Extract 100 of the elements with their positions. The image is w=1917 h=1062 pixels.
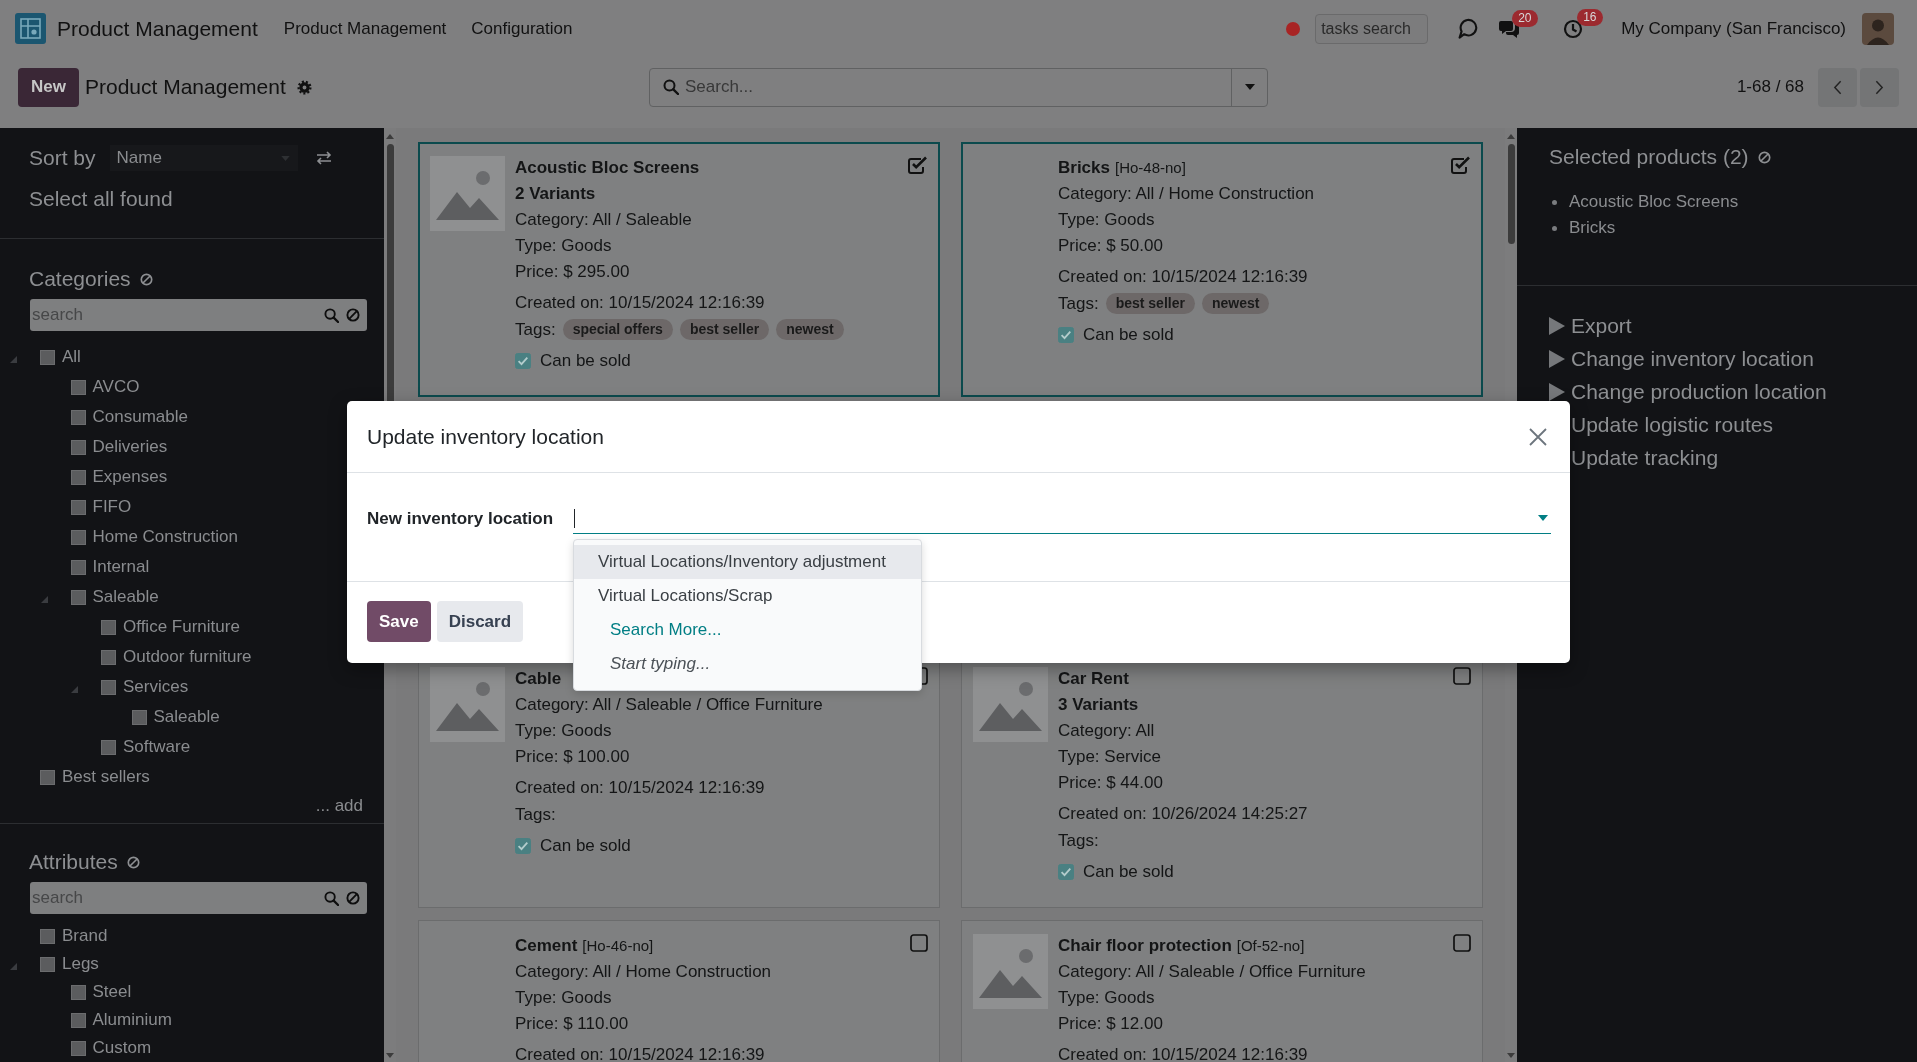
slashed-circle-icon[interactable] [139, 272, 153, 286]
search-field[interactable]: search [30, 882, 367, 914]
slashed-circle-icon[interactable] [1757, 150, 1771, 164]
discard-button[interactable]: Discard [436, 601, 524, 642]
checkbox[interactable] [1058, 327, 1074, 343]
filter-label[interactable]: Best sellers [62, 767, 150, 787]
previous-button[interactable] [1818, 67, 1857, 107]
select-checkbox[interactable] [910, 934, 928, 952]
action-link[interactable]: Change inventory location [1571, 346, 1814, 371]
select-checkbox[interactable] [1453, 934, 1471, 952]
arrow-up-icon[interactable] [386, 134, 394, 139]
filter-label[interactable]: Consumable [92, 407, 188, 427]
checkbox[interactable] [70, 409, 86, 425]
checkbox[interactable] [40, 769, 55, 785]
filter-label[interactable]: Deliveries [92, 437, 168, 457]
checkbox[interactable] [101, 619, 116, 635]
slashed-circle-icon[interactable] [126, 855, 140, 869]
search-input[interactable]: Search... [685, 72, 1231, 102]
select-checkbox[interactable] [1453, 667, 1471, 685]
checkbox[interactable] [1058, 864, 1074, 880]
filter-label[interactable]: FIFO [92, 497, 132, 517]
checkbox[interactable] [70, 529, 86, 545]
app-name[interactable]: Product Management [57, 16, 258, 41]
filter-label[interactable]: Legs [62, 954, 99, 974]
select-checkbox[interactable] [1450, 156, 1471, 175]
pager-range[interactable]: 1-68 / 68 [1736, 77, 1804, 97]
menu-item[interactable]: Product Management [283, 18, 447, 39]
checkbox[interactable] [70, 1040, 86, 1056]
dropdown-option[interactable]: Virtual Locations/Inventory adjustment [574, 545, 921, 579]
filter-label[interactable]: Steel [92, 982, 132, 1002]
checkbox[interactable] [70, 379, 86, 395]
filter-label[interactable]: Saleable [92, 587, 159, 607]
filter-label[interactable]: Expenses [92, 467, 168, 487]
checkbox[interactable] [40, 349, 55, 365]
filter-label[interactable]: AVCO [92, 377, 140, 397]
sort-select[interactable]: Name [109, 145, 298, 171]
scrollbar-thumb[interactable] [1507, 144, 1515, 244]
filter-label[interactable]: Aluminium [92, 1010, 172, 1030]
slashed-circle-icon[interactable] [346, 308, 360, 322]
expander-icon[interactable] [1549, 349, 1565, 368]
swap-arrows-icon[interactable] [315, 151, 332, 165]
filter-label[interactable]: Internal [92, 557, 150, 577]
select-checkbox[interactable] [907, 156, 928, 175]
select-all-link[interactable]: Select all found [0, 184, 384, 214]
save-button[interactable]: Save [367, 601, 431, 642]
gear-icon[interactable] [296, 79, 312, 95]
checkbox[interactable] [70, 469, 86, 485]
checkbox[interactable] [70, 589, 86, 605]
checkbox[interactable] [70, 984, 86, 1000]
chat-bubbles-icon[interactable] [1498, 19, 1521, 38]
checkbox[interactable] [101, 739, 116, 755]
arrow-down-icon[interactable] [1507, 1053, 1515, 1058]
dropdown-option[interactable]: Virtual Locations/Scrap [574, 579, 921, 613]
checkbox[interactable] [70, 559, 86, 575]
filter-label[interactable]: Office Furniture [123, 617, 240, 637]
product-card[interactable]: Acoustic Bloc Screens 2 Variants Category: All / Saleable Type: Goods Price: $ 295.00 Created on: 10/15/2024 12:16:39 Tags: special offers best seller newest Can be sold [418, 142, 940, 397]
company-switcher[interactable]: My Company (San Francisco) [1621, 18, 1846, 39]
slashed-circle-icon[interactable] [346, 891, 360, 905]
add-link[interactable]: ... add [315, 796, 363, 815]
checkbox[interactable] [101, 679, 116, 695]
action-link[interactable]: Change production location [1571, 379, 1827, 404]
speech-bubble-icon[interactable] [1458, 18, 1479, 39]
arrow-up-icon[interactable] [1507, 134, 1515, 139]
filter-label[interactable]: Custom [92, 1038, 152, 1058]
grid-tile-icon[interactable] [15, 13, 46, 44]
product-card[interactable]: Cement [Ho-46-no] Category: All / Home Construction Type: Goods Price: $ 110.00 Created on: 10/15/2024 12:16:39 [418, 920, 940, 1062]
caret-down-icon[interactable] [1538, 515, 1548, 521]
search-field[interactable]: Search... [649, 67, 1268, 107]
new-button[interactable]: New [18, 67, 79, 107]
filter-label[interactable]: Home Construction [92, 527, 238, 547]
action-link[interactable]: Update logistic routes [1571, 412, 1773, 437]
checkbox[interactable] [40, 956, 55, 972]
search-field[interactable]: tasks search [1315, 13, 1429, 44]
search-icon[interactable] [324, 890, 339, 906]
product-card[interactable]: Chair floor protection [Of-52-no] Category: All / Saleable / Office Furniture Type: Goods Price: $ 12.00 Created on: 10/15/2024 12:16:39 [961, 920, 1483, 1062]
selected-product[interactable]: Bricks [1569, 218, 1616, 238]
avatar-icon[interactable] [1862, 12, 1894, 45]
checkbox[interactable] [70, 439, 86, 455]
action-link[interactable]: Update tracking [1571, 445, 1719, 470]
checkbox[interactable] [515, 353, 531, 369]
search-icon[interactable] [324, 307, 339, 323]
filter-label[interactable]: Outdoor furniture [123, 647, 252, 667]
product-card[interactable]: Bricks [Ho-48-no] Category: All / Home Construction Type: Goods Price: $ 50.00 Created on: 10/15/2024 12:16:39 Tags: best seller newest Can be sold [961, 142, 1483, 397]
checkbox[interactable] [101, 649, 116, 665]
search-input[interactable]: search [30, 301, 317, 329]
checkbox[interactable] [70, 499, 86, 515]
filter-label[interactable]: Brand [62, 926, 108, 946]
filter-label[interactable]: Services [123, 677, 189, 697]
expander-icon[interactable] [1549, 382, 1565, 401]
checkbox[interactable] [70, 1012, 86, 1028]
dropdown-link[interactable]: Search More... [574, 613, 921, 647]
clock-icon[interactable] [1563, 18, 1584, 39]
search-field[interactable]: search [30, 299, 367, 331]
arrow-down-icon[interactable] [386, 1053, 394, 1058]
menu-item[interactable]: Configuration [471, 18, 573, 39]
expander-icon[interactable] [1549, 316, 1565, 335]
filter-label[interactable]: All [62, 347, 81, 367]
checkbox[interactable] [40, 928, 55, 944]
selected-product[interactable]: Acoustic Bloc Screens [1569, 192, 1739, 212]
search-input[interactable]: search [30, 884, 317, 912]
